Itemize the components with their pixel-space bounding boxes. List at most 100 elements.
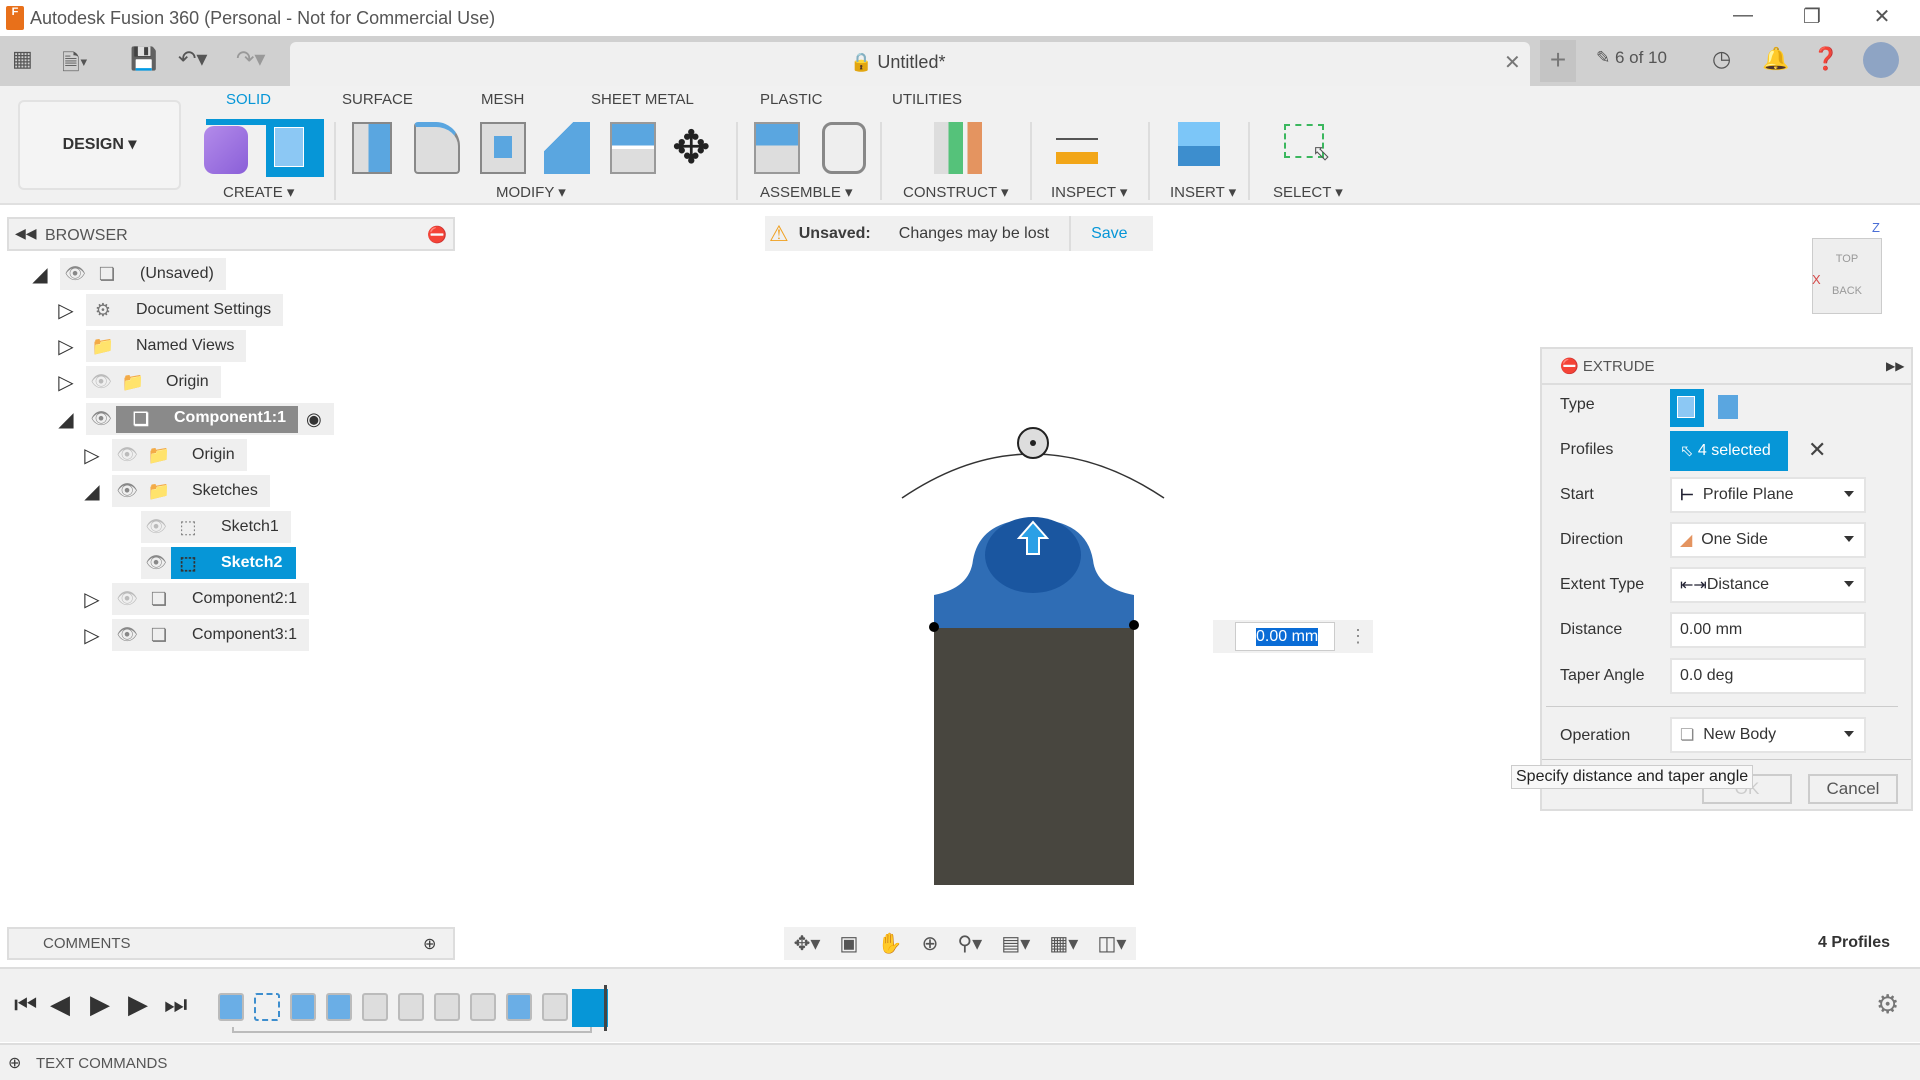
- more-options-icon[interactable]: ⋮: [1349, 626, 1367, 647]
- eye-icon[interactable]: 👁: [86, 409, 116, 429]
- shell-icon[interactable]: [480, 122, 526, 174]
- zoom-icon[interactable]: ⊕: [922, 931, 939, 956]
- collapsed-icon[interactable]: ▷: [54, 298, 78, 323]
- timeline-feature-component-icon[interactable]: [470, 993, 496, 1021]
- collapse-browser-icon[interactable]: ◀◀: [15, 225, 37, 242]
- tree-item-sketches[interactable]: ◢ 👁 📁 Sketches: [80, 475, 270, 507]
- tab-utilities[interactable]: UTILITIES: [892, 91, 962, 108]
- expanded-icon[interactable]: ◢: [28, 262, 52, 287]
- collapsed-icon[interactable]: ▷: [54, 370, 78, 395]
- timeline-feature-sketch-icon[interactable]: [254, 993, 280, 1021]
- viewports-icon[interactable]: ◫▾: [1097, 931, 1126, 956]
- timeline-marker[interactable]: [604, 985, 607, 1031]
- tree-item-component3[interactable]: ▷ 👁 ❏ Component3:1: [80, 619, 309, 651]
- joint-icon[interactable]: [822, 122, 866, 174]
- notifications-bell-icon[interactable]: 🔔: [1762, 46, 1789, 72]
- start-dropdown[interactable]: ⊢ Profile Plane: [1670, 477, 1866, 513]
- select-menu[interactable]: SELECT ▾: [1273, 183, 1343, 201]
- distance-field[interactable]: 0.00 mm: [1670, 612, 1866, 648]
- display-settings-icon[interactable]: ▤▾: [1001, 931, 1030, 956]
- go-to-end-icon[interactable]: ⏭: [164, 989, 187, 1021]
- direction-dropdown[interactable]: ◢ One Side: [1670, 522, 1866, 558]
- minimize-icon[interactable]: —: [1723, 4, 1763, 27]
- timeline-feature-fillet-icon[interactable]: [398, 993, 424, 1021]
- activate-radio-icon[interactable]: ◉: [306, 409, 322, 430]
- expand-text-commands-icon[interactable]: ⊕: [8, 1053, 21, 1073]
- distance-input[interactable]: 0.00 mm: [1256, 627, 1319, 646]
- timeline-feature-extrude-icon[interactable]: [290, 993, 316, 1021]
- pan-icon[interactable]: ✋: [878, 931, 903, 956]
- tree-item-origin[interactable]: ▷ 👁 📁 Origin: [80, 439, 247, 471]
- document-counter[interactable]: ✎ 6 of 10: [1596, 48, 1667, 68]
- eye-hidden-icon[interactable]: 👁: [141, 517, 171, 537]
- eye-icon[interactable]: 👁: [141, 553, 171, 573]
- new-component-assemble-icon[interactable]: [754, 122, 800, 174]
- profiles-selection[interactable]: ⬁ 4 selected: [1670, 431, 1788, 471]
- orbit-icon[interactable]: ✥▾: [794, 931, 821, 956]
- insert-image-icon[interactable]: [1178, 122, 1220, 166]
- save-icon[interactable]: 💾: [130, 46, 157, 72]
- fillet-icon[interactable]: [414, 122, 460, 174]
- type-thin-button[interactable]: [1718, 395, 1738, 419]
- eye-hidden-icon[interactable]: 👁: [112, 589, 142, 609]
- expand-panel-icon[interactable]: ▶▶: [1886, 359, 1904, 373]
- model-viewport[interactable]: [880, 420, 1200, 920]
- step-forward-icon[interactable]: ▶: [128, 989, 148, 1020]
- eye-hidden-icon[interactable]: 👁: [86, 372, 116, 392]
- browser-minimize-icon[interactable]: ⛔: [427, 225, 447, 245]
- close-window-icon[interactable]: ✕: [1862, 4, 1902, 29]
- press-pull-icon[interactable]: [352, 122, 392, 174]
- timeline-feature-fillet-icon[interactable]: [542, 993, 568, 1021]
- app-grid-icon[interactable]: ▦: [12, 46, 33, 72]
- fit-icon[interactable]: ⚲▾: [958, 931, 983, 956]
- view-cube[interactable]: TOP BACK: [1812, 238, 1882, 314]
- insert-menu[interactable]: INSERT ▾: [1170, 183, 1236, 201]
- extrude-icon[interactable]: [266, 119, 324, 177]
- file-menu-icon[interactable]: 🗎▾: [62, 46, 88, 84]
- eye-icon[interactable]: 👁: [112, 481, 142, 501]
- tree-item-component1[interactable]: ◢ 👁 ❏ Component1:1 ◉: [54, 403, 334, 435]
- timeline-feature-component-icon[interactable]: [218, 993, 244, 1021]
- new-tab-button[interactable]: +: [1540, 40, 1576, 82]
- eye-hidden-icon[interactable]: 👁: [112, 445, 142, 465]
- construct-menu[interactable]: CONSTRUCT ▾: [903, 183, 1009, 201]
- step-back-icon[interactable]: ◀: [50, 989, 70, 1020]
- tree-item-document-settings[interactable]: ▷ ⚙ Document Settings: [54, 294, 284, 326]
- combine-icon[interactable]: [544, 122, 590, 174]
- redo-icon[interactable]: ↷▾: [236, 46, 265, 72]
- restore-icon[interactable]: ❐: [1792, 4, 1832, 29]
- collapsed-icon[interactable]: ▷: [80, 587, 104, 612]
- tab-sheet-metal[interactable]: SHEET METAL: [591, 91, 694, 108]
- tree-item-sketch1[interactable]: 👁 ⬚ Sketch1: [141, 511, 291, 543]
- look-at-icon[interactable]: ▣: [840, 931, 859, 956]
- construct-plane-icon[interactable]: [934, 122, 982, 174]
- move-icon[interactable]: ✥: [672, 120, 711, 174]
- tree-item-component2[interactable]: ▷ 👁 ❏ Component2:1: [80, 583, 309, 615]
- extent-type-dropdown[interactable]: ⇤⇥ Distance: [1670, 567, 1866, 603]
- dark-body[interactable]: [934, 628, 1134, 885]
- go-to-start-icon[interactable]: ⏮: [14, 989, 37, 1021]
- undo-icon[interactable]: ↶▾: [178, 46, 207, 72]
- timeline-settings-icon[interactable]: ⚙: [1876, 989, 1899, 1020]
- timeline-feature-extrude-icon[interactable]: [506, 993, 532, 1021]
- measure-icon[interactable]: [1056, 138, 1098, 164]
- eye-icon[interactable]: 👁: [112, 625, 142, 645]
- tree-item-root[interactable]: ◢ 👁 ❏ (Unsaved): [28, 258, 226, 290]
- tree-item-named-views[interactable]: ▷ 📁 Named Views: [54, 330, 247, 362]
- timeline-feature-sketch-active[interactable]: [572, 989, 608, 1027]
- collapsed-icon[interactable]: ▷: [54, 334, 78, 359]
- save-link[interactable]: Save: [1069, 216, 1128, 251]
- workspace-switcher[interactable]: DESIGN ▾: [18, 100, 181, 190]
- timeline-feature-move-icon[interactable]: [362, 993, 388, 1021]
- offset-face-icon[interactable]: [610, 122, 656, 174]
- tab-plastic[interactable]: PLASTIC: [760, 91, 823, 108]
- modify-menu[interactable]: MODIFY ▾: [496, 183, 566, 201]
- expanded-icon[interactable]: ◢: [54, 407, 78, 432]
- taper-angle-field[interactable]: 0.0 deg: [1670, 658, 1866, 694]
- collapsed-icon[interactable]: ▷: [80, 623, 104, 648]
- clear-selection-icon[interactable]: ✕: [1808, 437, 1826, 463]
- timeline-feature-fillet-icon[interactable]: [434, 993, 460, 1021]
- cancel-button[interactable]: Cancel: [1808, 774, 1898, 804]
- add-comment-icon[interactable]: ⊕: [423, 934, 436, 954]
- tree-item-sketch2[interactable]: 👁 ⬚ Sketch2: [141, 547, 297, 579]
